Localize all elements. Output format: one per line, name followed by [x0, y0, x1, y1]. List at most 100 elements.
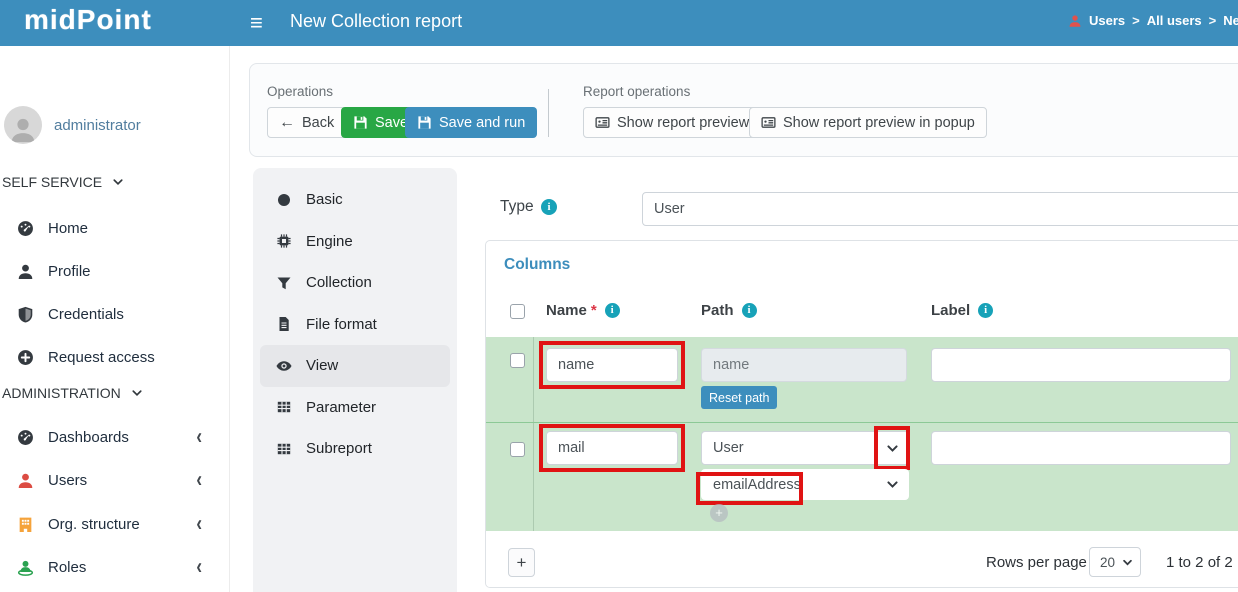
tab-basic[interactable]: Basic — [260, 179, 450, 221]
column-header-label: Label i — [931, 302, 993, 319]
sidebar-item-label: Request access — [48, 349, 155, 366]
column-name-input[interactable] — [546, 348, 678, 382]
tab-label: View — [306, 357, 338, 374]
midpoint-logo[interactable]: midPoint — [24, 4, 152, 36]
eye-icon — [275, 357, 292, 374]
sidebar-item-profile[interactable]: Profile — [0, 250, 230, 292]
back-button-label: Back — [302, 115, 334, 131]
page-title: New Collection report — [290, 11, 462, 32]
tab-label: Parameter — [306, 399, 376, 416]
sidebar-item-roles[interactable]: Roles ‹ — [0, 546, 230, 588]
hamburger-menu-icon[interactable]: ≡ — [250, 8, 263, 38]
type-input[interactable] — [642, 192, 1238, 226]
preview-card-icon — [761, 115, 776, 130]
sidebar-item-org-structure[interactable]: Org. structure ‹ — [0, 503, 230, 545]
sidebar-item-label: Roles — [48, 559, 86, 576]
user-icon — [1068, 14, 1082, 28]
columns-table-header: Name* i Path i Label i — [486, 287, 1238, 337]
sidebar-item-label: Dashboards — [48, 429, 129, 446]
tab-view[interactable]: View — [260, 345, 450, 387]
tab-label: Collection — [306, 274, 372, 291]
breadcrumb-item-all-users[interactable]: All users — [1147, 13, 1202, 28]
show-report-preview-label: Show report preview — [617, 115, 749, 131]
breadcrumb-separator: > — [1209, 13, 1217, 28]
sidebar-item-credentials[interactable]: Credentials — [0, 293, 230, 335]
floppy-icon — [417, 115, 432, 130]
save-and-run-button[interactable]: Save and run — [405, 107, 537, 138]
plus-circle-icon — [16, 348, 34, 366]
pagination-text: 1 to 2 of 2 — [1166, 554, 1233, 571]
row-checkbox[interactable] — [510, 442, 525, 457]
info-icon[interactable]: i — [978, 303, 993, 318]
column-name-input[interactable] — [546, 431, 678, 465]
breadcrumb: Users > All users > New Collection repor… — [1068, 13, 1238, 28]
section-self-service[interactable]: SELF SERVICE — [2, 174, 124, 190]
save-and-run-button-label: Save and run — [439, 115, 525, 131]
section-administration[interactable]: ADMINISTRATION — [2, 385, 143, 401]
file-icon — [275, 316, 292, 333]
rows-per-page-select[interactable]: 20 — [1089, 547, 1141, 577]
sidebar-item-label: Home — [48, 220, 88, 237]
reset-path-button[interactable]: Reset path — [701, 386, 777, 409]
sidebar-item-users[interactable]: Users ‹ — [0, 459, 230, 501]
rows-per-page-value: 20 — [1100, 555, 1115, 570]
avatar — [4, 106, 42, 144]
chevron-down-icon — [1122, 557, 1133, 568]
preview-card-icon — [595, 115, 610, 130]
back-button[interactable]: ← Back — [267, 107, 346, 138]
person-icon — [16, 262, 34, 280]
tab-collection[interactable]: Collection — [260, 262, 450, 304]
chevron-down-icon — [112, 176, 124, 188]
chevron-left-icon: ‹ — [196, 424, 202, 450]
sidebar-item-label: Profile — [48, 263, 91, 280]
show-report-preview-button[interactable]: Show report preview — [583, 107, 761, 138]
show-report-preview-popup-button[interactable]: Show report preview in popup — [749, 107, 987, 138]
info-icon[interactable]: i — [605, 303, 620, 318]
annotation-box-path-item — [696, 472, 803, 505]
operations-label: Operations — [267, 84, 333, 99]
add-column-button[interactable]: + — [508, 548, 535, 577]
column-label-input[interactable] — [931, 431, 1231, 465]
person-icon — [16, 471, 34, 489]
sidebar-item-label: Org. structure — [48, 516, 140, 533]
table-row: User emailAddress + — [486, 422, 1238, 531]
sidebar-item-dashboards[interactable]: Dashboards ‹ — [0, 416, 230, 458]
column-label-input[interactable] — [931, 348, 1231, 382]
columns-panel: Columns Name* i Path i Label i — [485, 240, 1238, 588]
tab-subreport[interactable]: Subreport — [260, 428, 450, 470]
section-label: SELF SERVICE — [2, 174, 102, 190]
annotation-box-name-input — [539, 424, 685, 472]
divider — [533, 423, 534, 531]
info-icon[interactable]: i — [541, 199, 557, 215]
save-button-label: Save — [375, 115, 408, 131]
path-type-value: User — [713, 440, 744, 456]
annotation-box-select-chevron — [874, 426, 910, 470]
column-header-name: Name* i — [546, 302, 620, 319]
tab-label: Subreport — [306, 440, 372, 457]
show-report-preview-popup-label: Show report preview in popup — [783, 115, 975, 131]
sidebar-item-home[interactable]: Home — [0, 207, 230, 249]
tab-engine[interactable]: Engine — [260, 221, 450, 263]
report-operations-label: Report operations — [583, 84, 690, 99]
filter-icon — [275, 274, 292, 291]
report-tabs: Basic Engine Collection File format View… — [253, 168, 457, 592]
select-all-checkbox[interactable] — [510, 304, 525, 319]
tab-label: Engine — [306, 233, 353, 250]
tachometer-icon — [16, 428, 34, 446]
role-person-icon — [16, 558, 34, 576]
breadcrumb-item-users[interactable]: Users — [1089, 13, 1125, 28]
table-row: Reset path — [486, 337, 1238, 422]
row-checkbox[interactable] — [510, 353, 525, 368]
sidebar-item-request-access[interactable]: Request access — [0, 336, 230, 378]
chevron-left-icon: ‹ — [196, 554, 202, 580]
tab-file-format[interactable]: File format — [260, 304, 450, 346]
type-label: Type — [500, 198, 534, 216]
username[interactable]: administrator — [54, 117, 141, 134]
toolbar-divider — [548, 89, 549, 137]
columns-panel-title: Columns — [504, 256, 570, 274]
table-icon — [275, 399, 292, 416]
add-path-segment-icon[interactable]: + — [710, 504, 728, 522]
tab-parameter[interactable]: Parameter — [260, 387, 450, 429]
tab-label: Basic — [306, 191, 343, 208]
info-icon[interactable]: i — [742, 303, 757, 318]
